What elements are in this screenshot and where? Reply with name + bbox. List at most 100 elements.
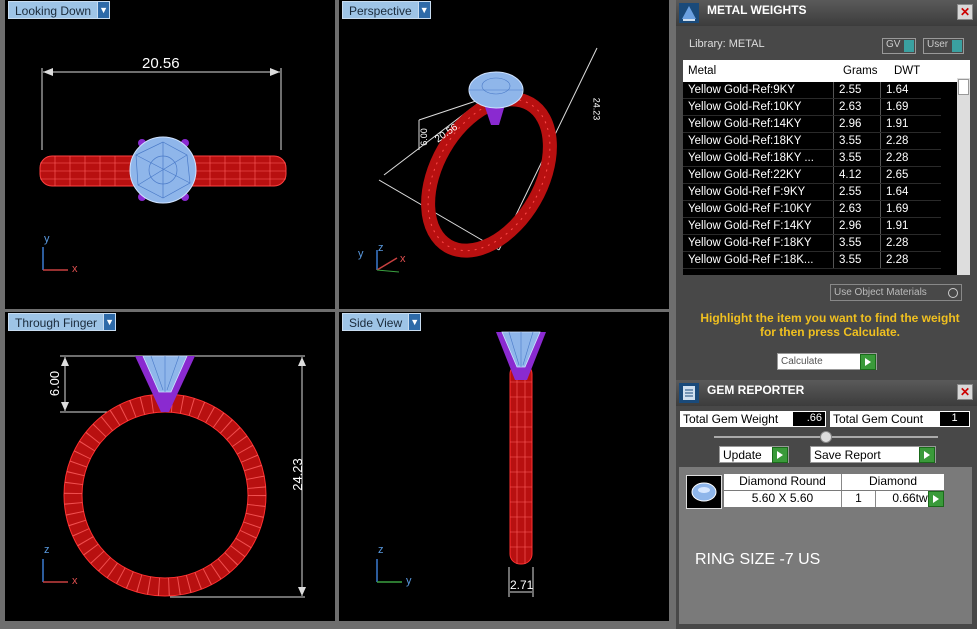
metal-name-cell: Yellow Gold-Ref F:10KY xyxy=(683,200,834,218)
grams-cell: 3.55 xyxy=(833,251,881,269)
table-row[interactable]: Yellow Gold-Ref F:18K... 3.55 2.28 xyxy=(683,251,941,269)
axis-label-x: x xyxy=(72,575,78,587)
viewport-through-finger[interactable]: Through Finger ▼ 6.00 24.23 z x xyxy=(5,312,335,621)
axis-label-x: x xyxy=(72,263,78,275)
viewport-looking-down[interactable]: Looking Down ▼ 20.56 y x xyxy=(5,0,335,309)
table-row[interactable]: Yellow Gold-Ref:22KY 4.12 2.65 xyxy=(683,166,941,184)
dwt-cell: 2.28 xyxy=(880,251,941,269)
table-row[interactable]: Yellow Gold-Ref:18KY ... 3.55 2.28 xyxy=(683,149,941,167)
metal-name-cell: Yellow Gold-Ref:18KY ... xyxy=(683,149,834,167)
table-row[interactable]: Yellow Gold-Ref F:9KY 2.55 1.64 xyxy=(683,183,941,201)
metal-name-cell: Yellow Gold-Ref F:14KY xyxy=(683,217,834,235)
dwt-cell: 2.28 xyxy=(880,132,941,150)
play-icon xyxy=(919,446,935,463)
metal-name-cell: Yellow Gold-Ref:9KY xyxy=(683,82,834,99)
total-gem-count-row: Total Gem Count 1 xyxy=(830,411,970,427)
dwt-cell: 1.69 xyxy=(880,98,941,116)
column-header-dwt[interactable]: DWT xyxy=(889,65,954,77)
divider-slider[interactable] xyxy=(714,431,938,443)
total-gem-weight-label: Total Gem Weight xyxy=(683,412,779,426)
dimension-b: 6.00 xyxy=(418,128,429,146)
column-header-metal[interactable]: Metal xyxy=(683,65,838,77)
ring-top-view xyxy=(39,68,287,271)
use-object-materials-toggle[interactable]: Use Object Materials xyxy=(830,284,962,301)
grams-cell: 3.55 xyxy=(833,234,881,252)
viewport-menu-looking-down[interactable]: Looking Down ▼ xyxy=(8,1,111,19)
metal-table: Metal Grams DWT Yellow Gold-Ref:9KY 2.55 1… xyxy=(683,60,970,275)
use-object-label: Use Object Materials xyxy=(834,287,927,298)
metal-name-cell: Yellow Gold-Ref F:18KY xyxy=(683,234,834,252)
chevron-down-icon: ▼ xyxy=(418,1,431,19)
viewport-menu-through-finger[interactable]: Through Finger ▼ xyxy=(8,313,117,331)
close-icon[interactable]: ✕ xyxy=(957,384,973,400)
play-icon[interactable] xyxy=(928,491,944,507)
viewport-perspective[interactable]: Perspective ▼ 20.56 6.00 24.23 z x y xyxy=(339,0,669,309)
table-row[interactable]: Yellow Gold-Ref:14KY 2.96 1.91 xyxy=(683,115,941,133)
table-row[interactable]: Yellow Gold-Ref:9KY 2.55 1.64 xyxy=(683,82,941,99)
viewport-side-view[interactable]: Side View ▼ 2.71 z y xyxy=(339,312,669,621)
gem-row[interactable]: Diamond Round Diamond 5.60 X 5.60 1 0.66… xyxy=(724,474,944,508)
metal-name-cell: Yellow Gold-Ref:22KY xyxy=(683,166,834,184)
gem-thumbnail[interactable] xyxy=(686,475,722,509)
table-row[interactable]: Yellow Gold-Ref:18KY 3.55 2.28 xyxy=(683,132,941,150)
ring-perspective-view xyxy=(376,47,598,273)
ring-side-view xyxy=(376,331,546,597)
panel-title: METAL WEIGHTS xyxy=(707,3,807,17)
metal-name-cell: Yellow Gold-Ref F:9KY xyxy=(683,183,834,201)
dimension-ring-height: 24.23 xyxy=(289,458,305,491)
report-icon xyxy=(679,383,699,403)
dwt-cell: 2.65 xyxy=(880,166,941,184)
metal-rows: Yellow Gold-Ref:9KY 2.55 1.64 Yellow Gold-R… xyxy=(683,82,941,269)
scrollbar-thumb[interactable] xyxy=(958,79,969,95)
grams-cell: 2.55 xyxy=(833,82,881,99)
axis-label-x: x xyxy=(400,253,406,265)
dimension-head-height: 6.00 xyxy=(47,370,63,397)
metal-name-cell: Yellow Gold-Ref F:18K... xyxy=(683,251,834,269)
axis-label-z: z xyxy=(378,544,384,556)
table-header: Metal Grams DWT xyxy=(683,60,970,82)
gem-row-bottom: 5.60 X 5.60 1 0.66tw xyxy=(724,491,944,507)
dimension-c: 24.23 xyxy=(591,97,602,121)
scale-icon xyxy=(679,3,699,23)
table-row[interactable]: Yellow Gold-Ref F:14KY 2.96 1.91 xyxy=(683,217,941,235)
metal-name-cell: Yellow Gold-Ref:14KY xyxy=(683,115,834,133)
user-label: User xyxy=(927,39,949,50)
close-icon[interactable]: ✕ xyxy=(957,4,973,20)
gem-shape: Diamond Round xyxy=(724,474,842,490)
total-gem-count-label: Total Gem Count xyxy=(833,412,924,426)
dwt-cell: 1.91 xyxy=(880,217,941,235)
dwt-cell: 1.64 xyxy=(880,183,941,201)
grams-cell: 3.55 xyxy=(833,132,881,150)
metal-name-cell: Yellow Gold-Ref:18KY xyxy=(683,132,834,150)
viewport-menu-side-view[interactable]: Side View ▼ xyxy=(342,313,422,331)
update-button[interactable]: Update xyxy=(719,446,789,463)
toggle-indicator-icon xyxy=(952,40,963,52)
chevron-down-icon: ▼ xyxy=(98,1,111,19)
grams-cell: 4.12 xyxy=(833,166,881,184)
table-row[interactable]: Yellow Gold-Ref F:18KY 3.55 2.28 xyxy=(683,234,941,252)
dimension-width: 2.71 xyxy=(510,578,534,592)
column-header-grams[interactable]: Grams xyxy=(838,65,889,77)
play-icon xyxy=(860,353,876,370)
axis-label-z: z xyxy=(378,242,384,254)
axis-label-y: y xyxy=(406,575,412,587)
viewport-menu-perspective[interactable]: Perspective ▼ xyxy=(342,1,431,19)
dimension-width: 20.56 xyxy=(142,55,180,72)
calculate-label: Calculate xyxy=(781,356,823,367)
viewport-label: Through Finger xyxy=(8,313,105,331)
ring-size-note: RING SIZE -7 US xyxy=(695,551,821,568)
save-report-button[interactable]: Save Report xyxy=(810,446,936,463)
gem-list: Diamond Round Diamond 5.60 X 5.60 1 0.66… xyxy=(679,467,972,624)
table-row[interactable]: Yellow Gold-Ref F:10KY 2.63 1.69 xyxy=(683,200,941,218)
slider-knob-icon[interactable] xyxy=(820,431,832,443)
gem-reporter-titlebar: GEM REPORTER ✕ xyxy=(676,380,977,406)
gv-toggle[interactable]: GV xyxy=(882,38,917,54)
dwt-cell: 1.69 xyxy=(880,200,941,218)
grams-cell: 2.55 xyxy=(833,183,881,201)
scrollbar[interactable] xyxy=(957,78,970,275)
grams-cell: 2.63 xyxy=(833,98,881,116)
gem-material: Diamond xyxy=(868,474,918,488)
user-toggle[interactable]: User xyxy=(923,38,965,54)
calculate-button[interactable]: Calculate xyxy=(777,353,877,370)
table-row[interactable]: Yellow Gold-Ref:10KY 2.63 1.69 xyxy=(683,98,941,116)
